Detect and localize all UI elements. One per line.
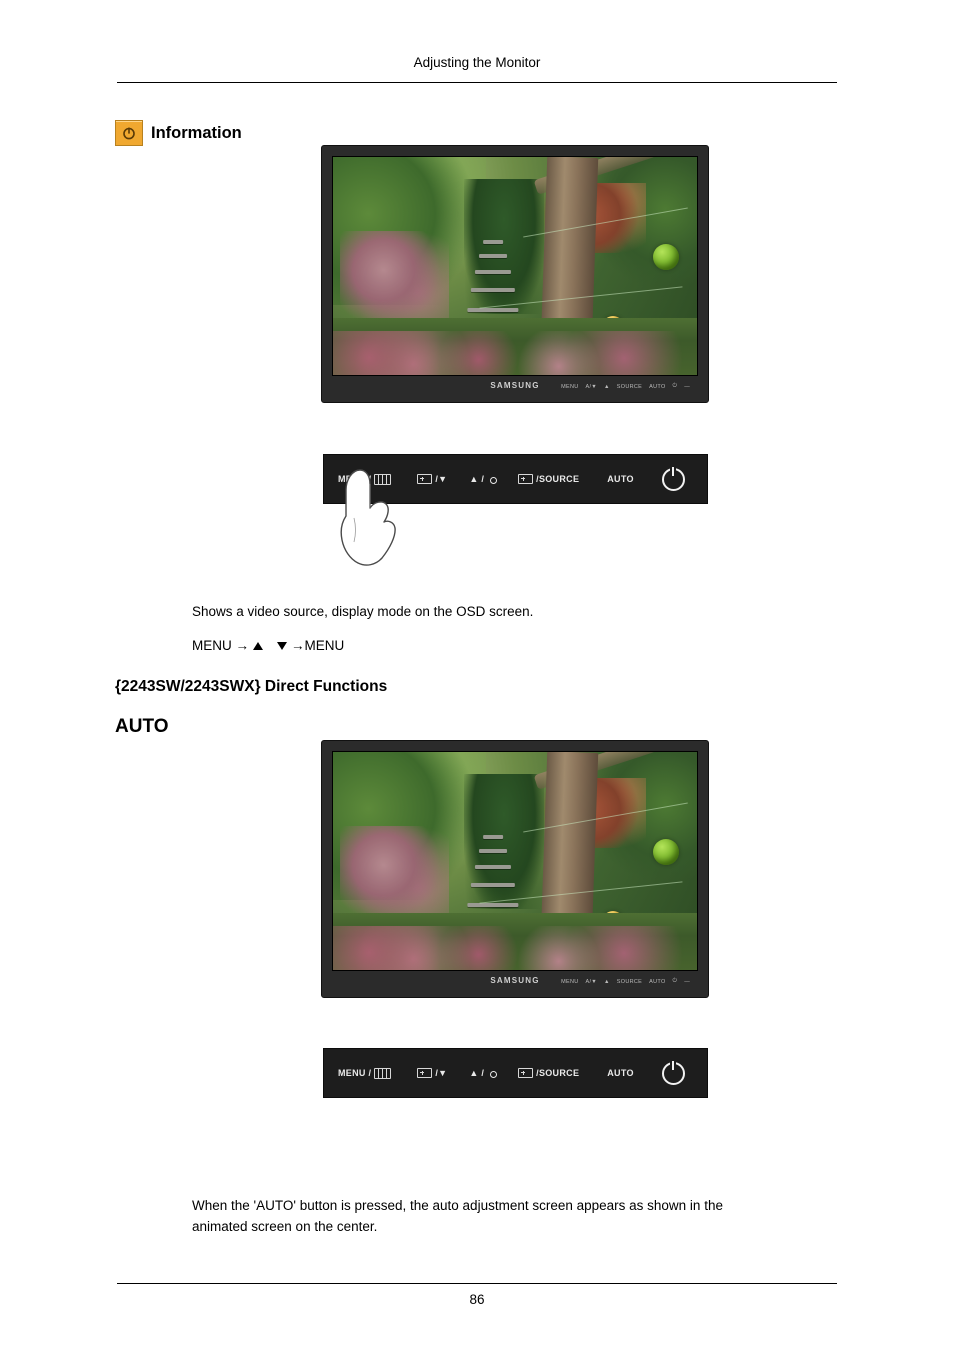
menu-button-top[interactable]: MENU / xyxy=(338,473,392,485)
menu-sequence: MENU → →MENU xyxy=(192,638,344,653)
power-icon xyxy=(661,467,685,491)
bezel-key-menu: MENU xyxy=(561,978,579,985)
up-arrow-icon xyxy=(253,641,263,650)
enter-box-icon xyxy=(518,474,534,484)
bezel-key-down: A/▼ xyxy=(585,383,598,390)
source-down-button-bottom[interactable]: /▼ xyxy=(417,1068,447,1078)
control-bar-top: MENU / /▼ ▲ / /SOURCE AUTO xyxy=(323,454,708,504)
bezel-key-power: ⏻ xyxy=(672,383,678,389)
information-label: Information xyxy=(151,123,242,142)
header-divider xyxy=(117,82,837,83)
paragraph-auto-line2: animated screen on the center. xyxy=(192,1219,378,1234)
enter-box-icon xyxy=(518,1068,534,1078)
up-brightness-button-top[interactable]: ▲ / xyxy=(469,474,498,485)
bezel-key-row-bottom: MENU A/▼ ▲ SOURCE AUTO ⏻ — xyxy=(561,978,690,985)
power-icon xyxy=(661,1061,685,1085)
monitor-screen-top xyxy=(332,156,698,376)
bezel-key-source: SOURCE xyxy=(616,383,643,390)
information-heading: Information xyxy=(115,120,242,146)
monitor-bezel-bottom: SAMSUNG MENU A/▼ ▲ SOURCE AUTO ⏻ — xyxy=(332,971,698,997)
photo-lantern-green xyxy=(652,839,679,866)
up-brightness-button-bottom[interactable]: ▲ / xyxy=(469,1068,498,1079)
photo-flowers xyxy=(333,926,697,970)
menu-grid-icon xyxy=(374,1067,392,1079)
monitor-screen-bottom xyxy=(332,751,698,971)
source-button-bottom[interactable]: /SOURCE xyxy=(518,1068,579,1078)
menu-grid-icon xyxy=(374,473,392,485)
enter-box-icon xyxy=(417,474,433,484)
samsung-logo: SAMSUNG xyxy=(490,976,540,985)
bezel-key-auto: AUTO xyxy=(649,383,666,390)
menu-sequence-end: →MENU xyxy=(291,638,345,653)
samsung-logo: SAMSUNG xyxy=(490,381,540,390)
page-header: Adjusting the Monitor xyxy=(413,55,541,70)
source-down-button-top[interactable]: /▼ xyxy=(417,474,447,484)
section-heading-direct-functions: {2243SW/2243SWX} Direct Functions xyxy=(115,678,388,695)
monitor-image-top: SAMSUNG MENU A/▼ ▲ SOURCE AUTO ⏻ — xyxy=(321,145,709,403)
heading-auto: AUTO xyxy=(115,716,169,737)
bezel-key-up: ▲ xyxy=(604,978,610,985)
monitor-image-bottom: SAMSUNG MENU A/▼ ▲ SOURCE AUTO ⏻ — xyxy=(321,740,709,998)
document-page: Adjusting the Monitor Information SAMSUN… xyxy=(0,0,954,1350)
photo-flowers xyxy=(333,331,697,375)
auto-button-top[interactable]: AUTO xyxy=(607,474,634,484)
bezel-key-up: ▲ xyxy=(604,383,610,390)
power-button-bottom[interactable] xyxy=(661,1061,685,1085)
photo-lantern-green xyxy=(652,244,679,271)
paragraph-osd-info: Shows a video source, display mode on th… xyxy=(192,604,534,619)
control-bar-bottom: MENU / /▼ ▲ / /SOURCE AUTO xyxy=(323,1048,708,1098)
brightness-icon xyxy=(487,474,498,485)
photo-pink-tree xyxy=(340,231,450,319)
auto-button-bottom[interactable]: AUTO xyxy=(607,1068,634,1078)
power-info-icon xyxy=(115,120,143,146)
power-button-top[interactable] xyxy=(661,467,685,491)
down-arrow-icon xyxy=(277,641,287,650)
bezel-key-down: A/▼ xyxy=(585,978,598,985)
bezel-key-row-top: MENU A/▼ ▲ SOURCE AUTO ⏻ — xyxy=(561,383,690,390)
menu-sequence-start: MENU → xyxy=(192,638,249,653)
monitor-bezel-top: SAMSUNG MENU A/▼ ▲ SOURCE AUTO ⏻ — xyxy=(332,376,698,402)
paragraph-auto-line1: When the 'AUTO' button is pressed, the a… xyxy=(192,1198,723,1213)
brightness-icon xyxy=(487,1068,498,1079)
photo-tree-trunk xyxy=(540,157,599,346)
photo-pink-tree xyxy=(340,826,450,914)
menu-button-bottom[interactable]: MENU / xyxy=(338,1067,392,1079)
bezel-key-led: — xyxy=(684,383,690,390)
footer-divider xyxy=(117,1283,837,1284)
bezel-key-led: — xyxy=(684,978,690,985)
bezel-key-menu: MENU xyxy=(561,383,579,390)
garden-photo xyxy=(333,157,697,375)
source-button-top[interactable]: /SOURCE xyxy=(518,474,579,484)
photo-tree-trunk xyxy=(540,752,599,941)
bezel-key-power: ⏻ xyxy=(672,978,678,984)
enter-box-icon xyxy=(417,1068,433,1078)
garden-photo xyxy=(333,752,697,970)
bezel-key-auto: AUTO xyxy=(649,978,666,985)
bezel-key-source: SOURCE xyxy=(616,978,643,985)
page-number: 86 xyxy=(469,1292,485,1307)
